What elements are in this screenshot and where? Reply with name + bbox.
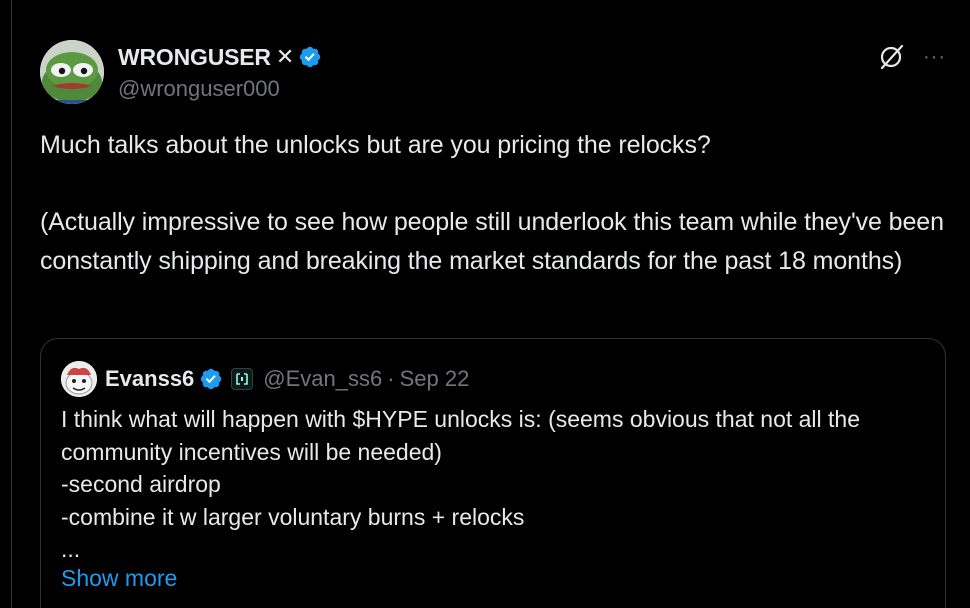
more-options-icon[interactable]: ··· (923, 47, 946, 67)
show-more-link[interactable]: Show more (61, 565, 177, 592)
tweet-paragraph-2: (Actually impressive to see how people s… (40, 208, 944, 275)
quoted-line: community incentives will be needed) (61, 438, 442, 465)
frog-avatar-icon (40, 40, 104, 104)
author-display-name[interactable]: WRONGUSER (118, 44, 271, 71)
tweet-header: WRONGUSER ✕ @wronguser000 ··· (40, 40, 946, 104)
quoted-tweet[interactable]: Evanss6 @Evan_ss6 · Sep 22 I think what … (40, 338, 946, 608)
tweet[interactable]: WRONGUSER ✕ @wronguser000 ··· Much talks… (40, 0, 946, 608)
quoted-line: -second airdrop (61, 471, 221, 497)
quoted-author-handle[interactable]: @Evan_ss6 (263, 366, 382, 392)
quoted-tweet-text: I think what will happen with $HYPE unlo… (61, 403, 931, 566)
quoted-line: I think what will happen with $HYPE unlo… (61, 406, 861, 432)
verified-badge-icon (201, 368, 222, 390)
character-avatar-icon (61, 361, 97, 397)
tweet-top-actions: ··· (877, 42, 946, 72)
quoted-author-name[interactable]: Evanss6 (105, 366, 194, 392)
quoted-line: -combine it w larger voluntary burns + r… (61, 503, 525, 530)
timeline-divider (11, 0, 12, 608)
name-suffix: ✕ (275, 44, 295, 69)
quoted-tweet-header: Evanss6 @Evan_ss6 · Sep 22 (61, 359, 469, 399)
affiliate-badge-icon[interactable] (231, 368, 254, 390)
meta-separator: · (387, 366, 395, 391)
quoted-tweet-date[interactable]: Sep 22 (400, 366, 470, 392)
author-avatar[interactable] (40, 40, 104, 104)
tweet-paragraph-1: Much talks about the unlocks but are you… (40, 131, 711, 159)
grok-icon[interactable] (877, 43, 905, 71)
quoted-line: ... (61, 536, 81, 562)
author-name-row: WRONGUSER ✕ (118, 42, 322, 72)
quoted-author-avatar[interactable] (61, 361, 97, 397)
hyperliquid-logo-icon (236, 373, 249, 385)
verified-badge-icon (300, 46, 321, 68)
tweet-text: Much talks about the unlocks but are you… (40, 126, 946, 280)
author-handle[interactable]: @wronguser000 (118, 76, 280, 102)
